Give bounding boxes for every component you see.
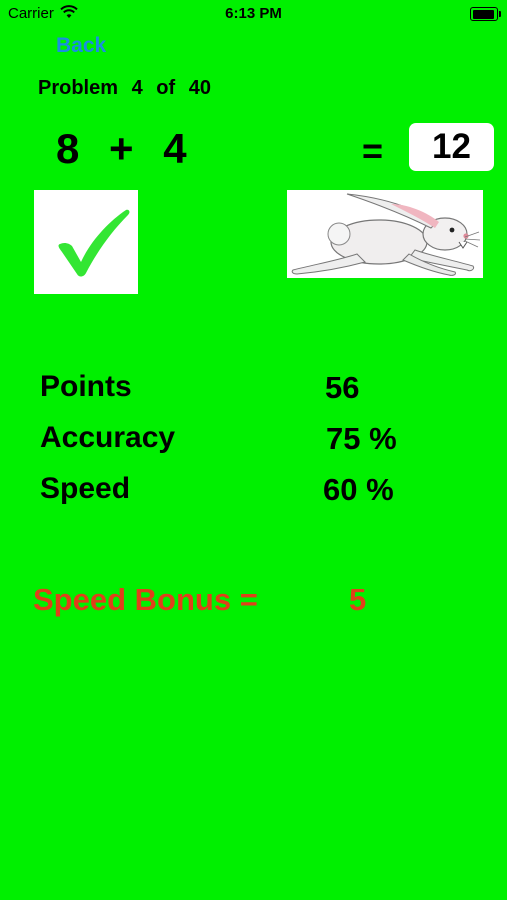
answer-field[interactable]: 12	[409, 123, 494, 171]
accuracy-label: Accuracy	[40, 421, 176, 454]
operator: +	[109, 125, 135, 172]
speed-bonus-label: Speed Bonus =	[33, 582, 258, 617]
problem-total: 40	[188, 77, 211, 99]
clock: 6:13 PM	[225, 5, 282, 22]
speed-label: Speed	[40, 472, 131, 505]
accuracy-value: 75 %	[326, 421, 397, 456]
problem-current: 4	[131, 77, 143, 99]
left-operand: 8	[56, 125, 81, 172]
equation: 8 + 4	[56, 125, 204, 173]
problem-of-word: of	[156, 77, 176, 99]
speed-image	[287, 190, 483, 278]
points-value: 56	[325, 370, 360, 405]
checkmark-icon	[58, 209, 130, 277]
battery-icon	[470, 7, 501, 21]
right-operand: 4	[163, 125, 188, 172]
equals-sign: =	[362, 130, 384, 171]
problem-word: Problem	[38, 77, 119, 99]
result-box	[34, 190, 138, 294]
speed-bonus-value: 5	[349, 582, 367, 617]
speed-value: 60 %	[323, 472, 394, 507]
rabbit-icon	[291, 193, 481, 276]
status-bar: Carrier 6:13 PM	[0, 0, 507, 28]
back-button[interactable]: Back	[56, 34, 106, 58]
points-label: Points	[40, 370, 132, 403]
problem-counter: Problem 4 of 40	[38, 77, 215, 100]
